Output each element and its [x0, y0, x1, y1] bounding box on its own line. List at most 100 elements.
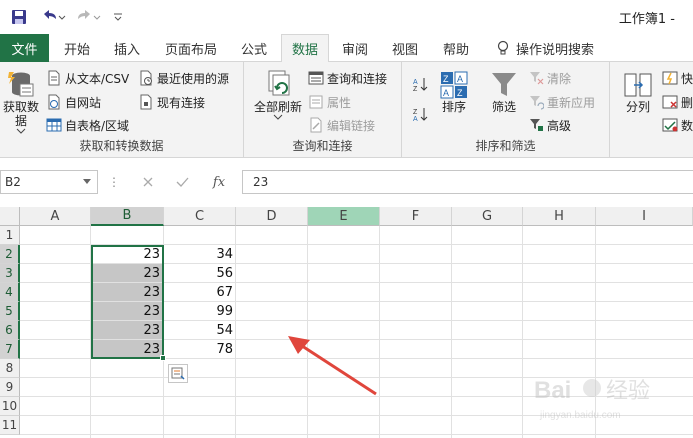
filter-button[interactable]: 筛选: [486, 70, 522, 114]
recent-sources-button[interactable]: 最近使用的源: [138, 68, 229, 88]
watermark: Bai 经验 jingyan.baidu.com: [530, 368, 690, 428]
cell-c2[interactable]: 34: [164, 245, 236, 264]
cell-c5[interactable]: 99: [164, 302, 236, 321]
formula-value: 23: [253, 175, 269, 189]
refresh-all-button[interactable]: 全部刷新: [252, 68, 304, 120]
tab-view[interactable]: 视图: [384, 34, 426, 62]
existing-connections-label: 现有连接: [157, 95, 206, 110]
row-header-11[interactable]: 11: [0, 416, 20, 435]
sort-button[interactable]: ZAAZ 排序: [436, 70, 472, 114]
column-header-f[interactable]: F: [380, 207, 452, 226]
tab-review[interactable]: 审阅: [334, 34, 376, 62]
flash-fill-label: 快: [681, 71, 693, 86]
row-header-8[interactable]: 8: [0, 359, 20, 378]
formula-bar: B2 ⋮ fx 23: [0, 166, 693, 198]
text-to-columns-label: 分列: [625, 100, 650, 114]
tab-home[interactable]: 开始: [54, 34, 100, 62]
svg-text:jingyan.baidu.com: jingyan.baidu.com: [539, 410, 621, 421]
queries-connections-icon: [308, 71, 324, 85]
chevron-down-icon: [83, 179, 91, 184]
cancel-icon[interactable]: [134, 170, 162, 194]
cell-c6[interactable]: 54: [164, 321, 236, 340]
sort-ascending-button[interactable]: AZ: [412, 74, 428, 94]
row-header-3[interactable]: 3: [0, 264, 20, 283]
ribbon-tabs: 文件 开始 插入 页面布局 公式 数据 审阅 视图 帮助 操作说明搜索: [0, 34, 693, 63]
column-header-i[interactable]: I: [596, 207, 693, 226]
svg-text:A: A: [413, 79, 418, 86]
tab-file[interactable]: 文件: [0, 34, 49, 62]
remove-duplicates-button[interactable]: 删: [662, 92, 693, 112]
group-label-sort-filter: 排序和筛选: [475, 139, 536, 153]
text-to-columns-icon: [624, 73, 652, 97]
column-header-c[interactable]: C: [164, 207, 236, 226]
annotation-arrow: [288, 336, 377, 396]
data-validation-button[interactable]: 数: [662, 115, 693, 135]
row-header-1[interactable]: 1: [0, 226, 20, 245]
tell-me-search[interactable]: 操作说明搜索: [496, 34, 594, 62]
enter-icon[interactable]: [168, 170, 196, 194]
tab-insert[interactable]: 插入: [104, 34, 150, 62]
row-header-5[interactable]: 5: [0, 302, 20, 321]
flash-fill-button[interactable]: 快: [662, 68, 693, 88]
sort-descending-icon: ZA: [413, 108, 428, 122]
from-web-button[interactable]: 自网站: [46, 92, 101, 112]
sort-descending-button[interactable]: ZA: [412, 104, 428, 124]
from-text-csv-button[interactable]: 从文本/CSV: [46, 68, 129, 88]
edit-links-button[interactable]: 编辑链接: [308, 115, 375, 135]
from-table-button[interactable]: 自表格/区域: [46, 115, 129, 135]
chevron-down-icon: [16, 128, 26, 134]
tab-help[interactable]: 帮助: [434, 34, 478, 62]
data-validation-icon: [662, 118, 678, 132]
data-validation-label: 数: [681, 118, 693, 133]
tab-page-layout[interactable]: 页面布局: [156, 34, 226, 62]
tab-formulas[interactable]: 公式: [232, 34, 276, 62]
column-header-e[interactable]: E: [308, 207, 380, 226]
quick-analysis-button[interactable]: [168, 364, 188, 383]
row-header-6[interactable]: 6: [0, 321, 20, 340]
row-header-9[interactable]: 9: [0, 378, 20, 397]
tab-data[interactable]: 数据: [281, 34, 329, 63]
clear-button[interactable]: 清除: [528, 68, 571, 88]
redo-icon[interactable]: [76, 8, 102, 26]
group-queries: 全部刷新 查询和连接 属性 编辑链接 查询和连接: [244, 62, 402, 158]
edit-links-label: 编辑链接: [327, 118, 376, 133]
insert-function-button[interactable]: fx: [204, 170, 234, 194]
reapply-label: 重新应用: [547, 95, 596, 110]
group-data-tools: 分列 快 删 数: [610, 62, 693, 158]
group-label-queries: 查询和连接: [292, 139, 353, 153]
cell-c7[interactable]: 78: [164, 340, 236, 359]
fill-handle[interactable]: [160, 355, 166, 361]
column-header-g[interactable]: G: [452, 207, 523, 226]
column-header-b[interactable]: B: [91, 207, 164, 226]
properties-button[interactable]: 属性: [308, 92, 351, 112]
remove-duplicates-label: 删: [681, 95, 693, 110]
formula-input[interactable]: 23: [242, 170, 693, 194]
row-header-7[interactable]: 7: [0, 340, 20, 359]
clear-filter-icon: [530, 72, 544, 85]
column-header-a[interactable]: A: [20, 207, 91, 226]
undo-icon[interactable]: [40, 8, 66, 26]
filter-label: 筛选: [491, 100, 516, 114]
get-data-button[interactable]: 获取数据: [2, 68, 40, 134]
row-header-2[interactable]: 2: [0, 245, 20, 264]
save-icon[interactable]: [10, 8, 28, 26]
svg-text:Z: Z: [443, 74, 449, 84]
web-page-icon: [48, 94, 60, 110]
queries-connections-label: 查询和连接: [327, 71, 388, 86]
name-box[interactable]: B2: [0, 170, 98, 194]
row-header-4[interactable]: 4: [0, 283, 20, 302]
reapply-button[interactable]: 重新应用: [528, 92, 595, 112]
column-header-d[interactable]: D: [236, 207, 308, 226]
from-text-csv-label: 从文本/CSV: [65, 71, 130, 86]
row-header-10[interactable]: 10: [0, 397, 20, 416]
select-all-corner[interactable]: [0, 207, 20, 226]
cell-c4[interactable]: 67: [164, 283, 236, 302]
queries-connections-button[interactable]: 查询和连接: [308, 68, 387, 88]
existing-connections-button[interactable]: 现有连接: [138, 92, 205, 112]
text-to-columns-button[interactable]: 分列: [620, 70, 656, 114]
column-header-h[interactable]: H: [523, 207, 596, 226]
from-table-label: 自表格/区域: [65, 118, 130, 133]
cell-c3[interactable]: 56: [164, 264, 236, 283]
advanced-button[interactable]: 高级: [528, 115, 571, 135]
customize-qat-icon[interactable]: [112, 8, 124, 26]
